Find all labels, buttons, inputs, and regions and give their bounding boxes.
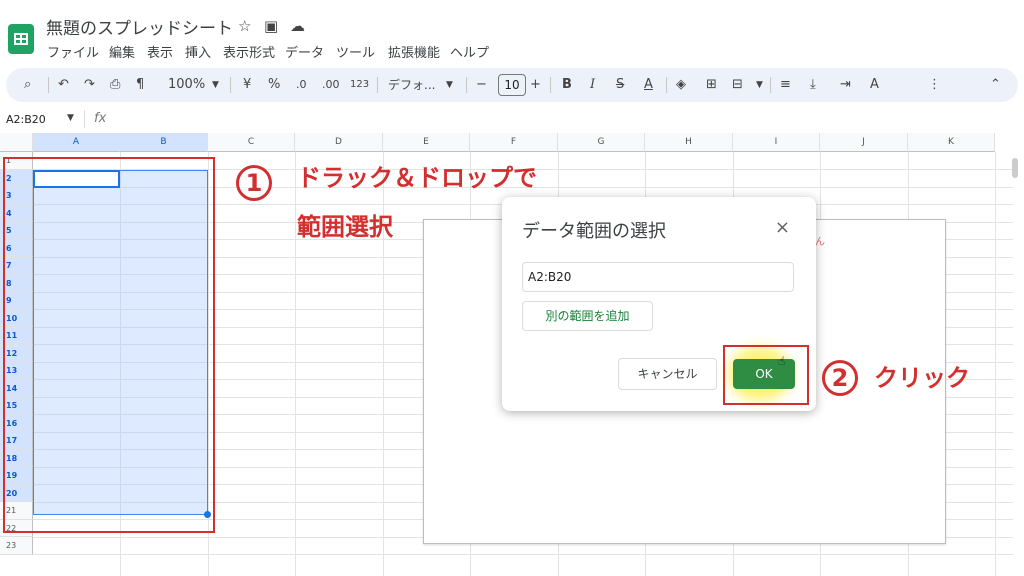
redo-icon[interactable]: ↷ xyxy=(84,76,95,94)
column-header[interactable]: F xyxy=(470,133,558,152)
grid-line xyxy=(995,152,996,576)
text-wrap-icon[interactable]: ⇥ xyxy=(840,76,851,94)
merge-cells-icon[interactable]: ⊟ xyxy=(732,76,743,94)
step-2-text: クリック xyxy=(874,364,970,392)
menu-format[interactable]: 表示形式 xyxy=(223,42,275,61)
column-header[interactable]: E xyxy=(383,133,470,152)
text-color-button[interactable]: A xyxy=(644,76,653,94)
collapse-toolbar-icon[interactable]: ⌃ xyxy=(990,76,1001,94)
menu-data[interactable]: データ xyxy=(285,42,324,61)
star-icon[interactable]: ☆ xyxy=(238,17,251,35)
move-folder-icon[interactable]: ▣ xyxy=(264,17,278,35)
chevron-down-icon[interactable]: ▼ xyxy=(756,76,763,94)
column-header[interactable]: H xyxy=(645,133,733,152)
menu-file[interactable]: ファイル xyxy=(47,42,99,61)
cancel-button[interactable]: キャンセル xyxy=(618,358,717,390)
step-1-subtext: 範囲選択 xyxy=(297,213,393,241)
toolbar-divider xyxy=(666,77,667,93)
column-header[interactable]: J xyxy=(820,133,908,152)
number-format-button[interactable]: 123 xyxy=(350,76,369,94)
print-icon[interactable]: ⎙ xyxy=(110,76,120,94)
font-size-input[interactable]: 10 xyxy=(498,74,526,96)
text-rotation-icon[interactable]: A xyxy=(870,76,879,94)
increase-font-size-button[interactable]: + xyxy=(530,76,541,94)
fill-color-icon[interactable]: ◈ xyxy=(676,76,686,94)
step-2-badge: 2 xyxy=(822,360,858,396)
percent-format-button[interactable]: % xyxy=(268,76,280,94)
toolbar-divider xyxy=(377,77,378,93)
undo-icon[interactable]: ↶ xyxy=(58,76,69,94)
more-options-icon[interactable]: ⋮ xyxy=(928,76,941,94)
italic-button[interactable]: I xyxy=(590,76,595,94)
menu-tools[interactable]: ツール xyxy=(336,42,375,61)
range-input[interactable] xyxy=(522,262,794,292)
toolbar: ⌕ ↶ ↷ ⎙ ¶ 100% ▼ ¥ % .0 .00 123 デフォ... ▼… xyxy=(6,68,1018,102)
add-range-button[interactable]: 別の範囲を追加 xyxy=(522,301,653,331)
menu-insert[interactable]: 挿入 xyxy=(185,42,211,61)
paint-format-icon[interactable]: ¶ xyxy=(136,76,144,94)
sheets-logo-icon[interactable] xyxy=(8,24,34,54)
select-all-corner[interactable] xyxy=(0,133,33,152)
toolbar-divider xyxy=(770,77,771,93)
column-header[interactable]: I xyxy=(733,133,820,152)
step-1-text: ドラック＆ドロップで xyxy=(297,164,537,192)
column-header[interactable]: C xyxy=(208,133,295,152)
strikethrough-button[interactable]: S xyxy=(616,76,624,94)
document-title[interactable]: 無題のスプレッドシート xyxy=(46,14,233,39)
increase-decimal-button[interactable]: .00 xyxy=(322,76,340,94)
currency-format-button[interactable]: ¥ xyxy=(243,76,251,94)
menu-help[interactable]: ヘルプ xyxy=(450,42,489,61)
formula-divider xyxy=(84,110,85,128)
name-box[interactable]: A2:B20 xyxy=(6,113,46,126)
bold-button[interactable]: B xyxy=(562,76,572,94)
chevron-down-icon[interactable]: ▼ xyxy=(212,76,219,94)
toolbar-divider xyxy=(48,77,49,93)
menu-extensions[interactable]: 拡張機能 xyxy=(388,42,440,61)
decrease-font-size-button[interactable]: − xyxy=(476,76,487,94)
horizontal-align-icon[interactable]: ≡ xyxy=(780,76,791,94)
search-menus-icon[interactable]: ⌕ xyxy=(24,76,31,94)
vertical-align-icon[interactable]: ⤓ xyxy=(810,76,816,94)
annotation-box-ok xyxy=(723,345,809,405)
cloud-status-icon[interactable]: ☁ xyxy=(290,17,305,35)
font-family-select[interactable]: デフォ... xyxy=(388,76,435,94)
grid-line xyxy=(33,554,1013,555)
dialog-title: データ範囲の選択 xyxy=(522,221,666,242)
chart-edit-hint-icon: ん xyxy=(815,237,825,248)
close-icon[interactable]: × xyxy=(775,217,790,238)
menu-edit[interactable]: 編集 xyxy=(109,42,135,61)
zoom-select[interactable]: 100% xyxy=(168,76,205,94)
decrease-decimal-button[interactable]: .0 xyxy=(296,76,307,94)
annotation-box-range xyxy=(3,157,215,533)
column-header[interactable]: A xyxy=(33,133,120,152)
toolbar-divider xyxy=(550,77,551,93)
column-header[interactable]: B xyxy=(120,133,208,152)
chevron-down-icon[interactable]: ▼ xyxy=(67,113,74,123)
column-header[interactable]: K xyxy=(908,133,995,152)
menu-view[interactable]: 表示 xyxy=(147,42,173,61)
vertical-scrollbar[interactable] xyxy=(1012,158,1018,178)
column-header[interactable]: D xyxy=(295,133,383,152)
toolbar-divider xyxy=(230,77,231,93)
chevron-down-icon[interactable]: ▼ xyxy=(446,76,453,94)
borders-icon[interactable]: ⊞ xyxy=(706,76,717,94)
step-1-badge: 1 xyxy=(236,165,272,201)
column-header[interactable]: G xyxy=(558,133,645,152)
grid-line xyxy=(295,152,296,576)
row-header[interactable]: 23 xyxy=(0,537,33,555)
function-icon: fx xyxy=(94,111,107,126)
toolbar-divider xyxy=(466,77,467,93)
